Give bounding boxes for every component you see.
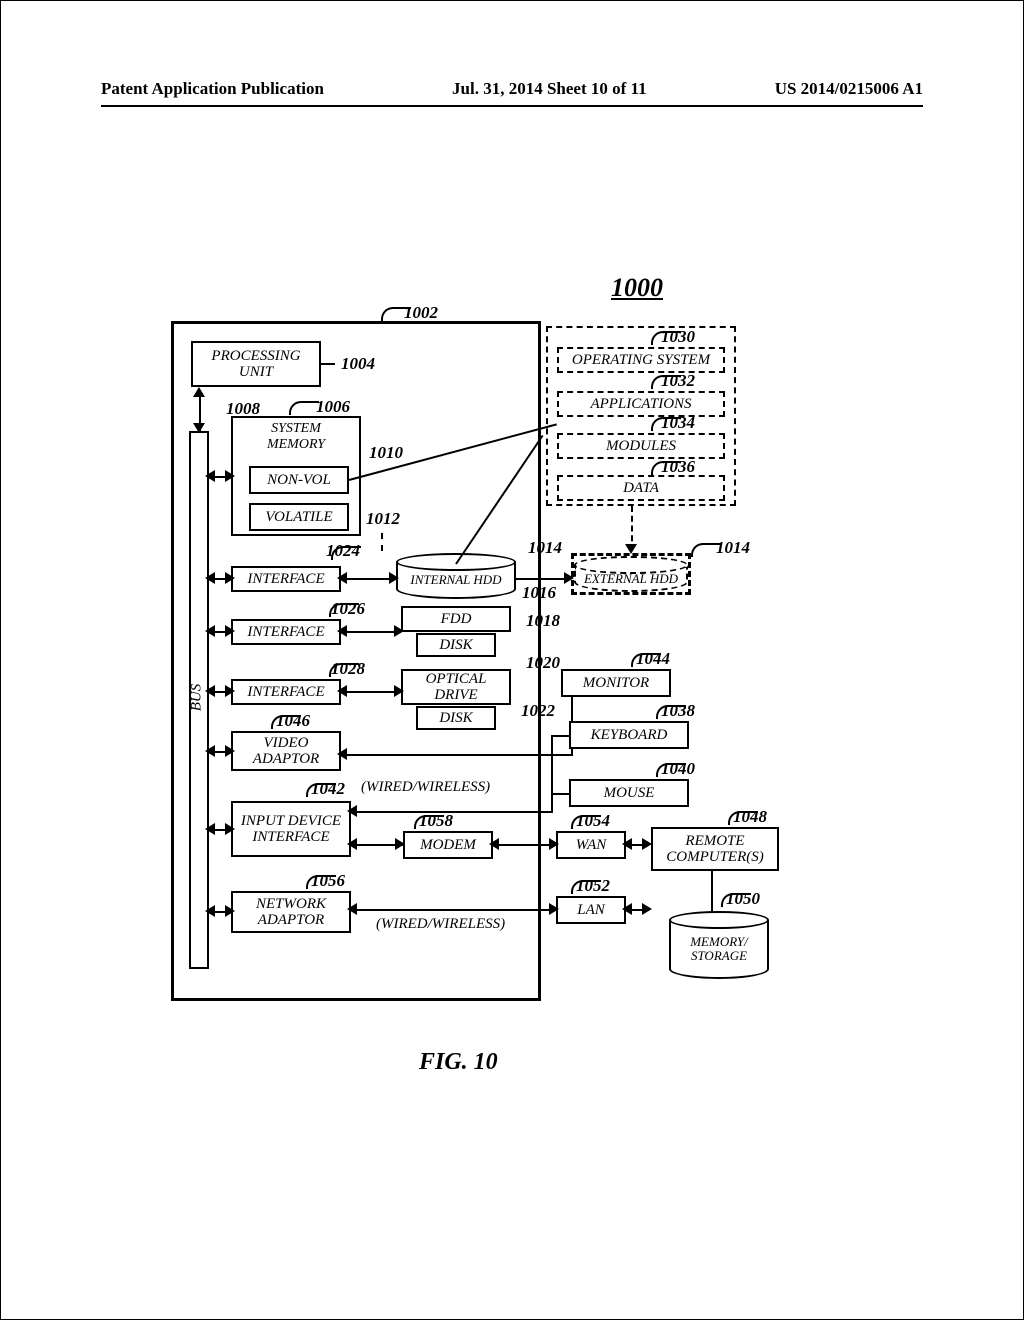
external-hdd-cylinder: EXTERNAL HDD [571, 553, 691, 595]
lead-icon [721, 893, 751, 907]
lead-icon [571, 880, 601, 894]
lead-icon [306, 875, 336, 889]
page-header: Patent Application Publication Jul. 31, … [101, 79, 923, 107]
sheet-label: Jul. 31, 2014 Sheet 10 of 11 [452, 79, 647, 99]
lead-icon [656, 705, 686, 719]
lead-icon [631, 653, 661, 667]
bus-label: BUS [188, 684, 205, 712]
optical-drive-box: OPTICAL DRIVE [401, 669, 511, 705]
modules-box: MODULES [557, 433, 725, 459]
ref-1022: 1022 [521, 701, 555, 721]
lead-icon [329, 663, 359, 677]
pub-number: US 2014/0215006 A1 [775, 79, 923, 99]
nonvol-box: NON-VOL [249, 466, 349, 494]
lan-box: LAN [556, 896, 626, 924]
figure-caption: FIG. 10 [419, 1049, 498, 1076]
memory-storage-cylinder: MEMORY/ STORAGE [669, 911, 769, 979]
remote-computers-box: REMOTE COMPUTER(S) [651, 827, 779, 871]
lead-icon [571, 815, 601, 829]
ref-1016: 1016 [522, 583, 556, 603]
keyboard-box: KEYBOARD [569, 721, 689, 749]
patent-page: Patent Application Publication Jul. 31, … [0, 0, 1024, 1320]
wired-wireless-note-2: (WIRED/WIRELESS) [376, 916, 505, 933]
interface-1028-box: INTERFACE [231, 679, 341, 705]
fdd-box: FDD [401, 606, 511, 632]
interface-1024-box: INTERFACE [231, 566, 341, 592]
lead-icon [728, 811, 758, 825]
monitor-box: MONITOR [561, 669, 671, 697]
system-diagram: 1002 PROCESSING UNIT 1004 BUS 1008 1006 … [171, 271, 751, 971]
wired-wireless-note-1: (WIRED/WIRELESS) [361, 779, 490, 796]
input-device-interface-box: INPUT DEVICE INTERFACE [231, 801, 351, 857]
fdd-disk-box: DISK [416, 633, 496, 657]
lead-icon [306, 783, 336, 797]
lead-icon [289, 401, 319, 415]
ref-1014b: 1014 [716, 538, 750, 558]
optical-disk-box: DISK [416, 706, 496, 730]
lead-icon [651, 461, 681, 475]
ref-1004: 1004 [341, 354, 375, 374]
network-adaptor-box: NETWORK ADAPTOR [231, 891, 351, 933]
lead-icon [414, 815, 444, 829]
pub-label: Patent Application Publication [101, 79, 324, 99]
system-memory-label: SYSTEM MEMORY [241, 421, 351, 453]
lead-icon [651, 417, 681, 431]
lead-icon [656, 763, 686, 777]
ref-1014: 1014 [528, 538, 562, 558]
wan-box: WAN [556, 831, 626, 859]
ref-1024: 1024 [326, 541, 360, 561]
lead-icon [329, 603, 359, 617]
ref-1010: 1010 [369, 443, 403, 463]
ref-1018: 1018 [526, 611, 560, 631]
video-adaptor-box: VIDEO ADAPTOR [231, 731, 341, 771]
volatile-box: VOLATILE [249, 503, 349, 531]
ref-1012: 1012 [366, 509, 400, 529]
ref-1002: 1002 [404, 303, 438, 323]
applications-box: APPLICATIONS [557, 391, 725, 417]
processing-unit-box: PROCESSING UNIT [191, 341, 321, 387]
lead-icon [651, 375, 681, 389]
interface-1026-box: INTERFACE [231, 619, 341, 645]
data-box: DATA [557, 475, 725, 501]
ref-1006: 1006 [316, 397, 350, 417]
lead-icon [691, 543, 721, 557]
ref-1020: 1020 [526, 653, 560, 673]
operating-system-box: OPERATING SYSTEM [557, 347, 725, 373]
lead-icon [271, 715, 301, 729]
mouse-box: MOUSE [569, 779, 689, 807]
modem-box: MODEM [403, 831, 493, 859]
lead-icon [651, 331, 681, 345]
